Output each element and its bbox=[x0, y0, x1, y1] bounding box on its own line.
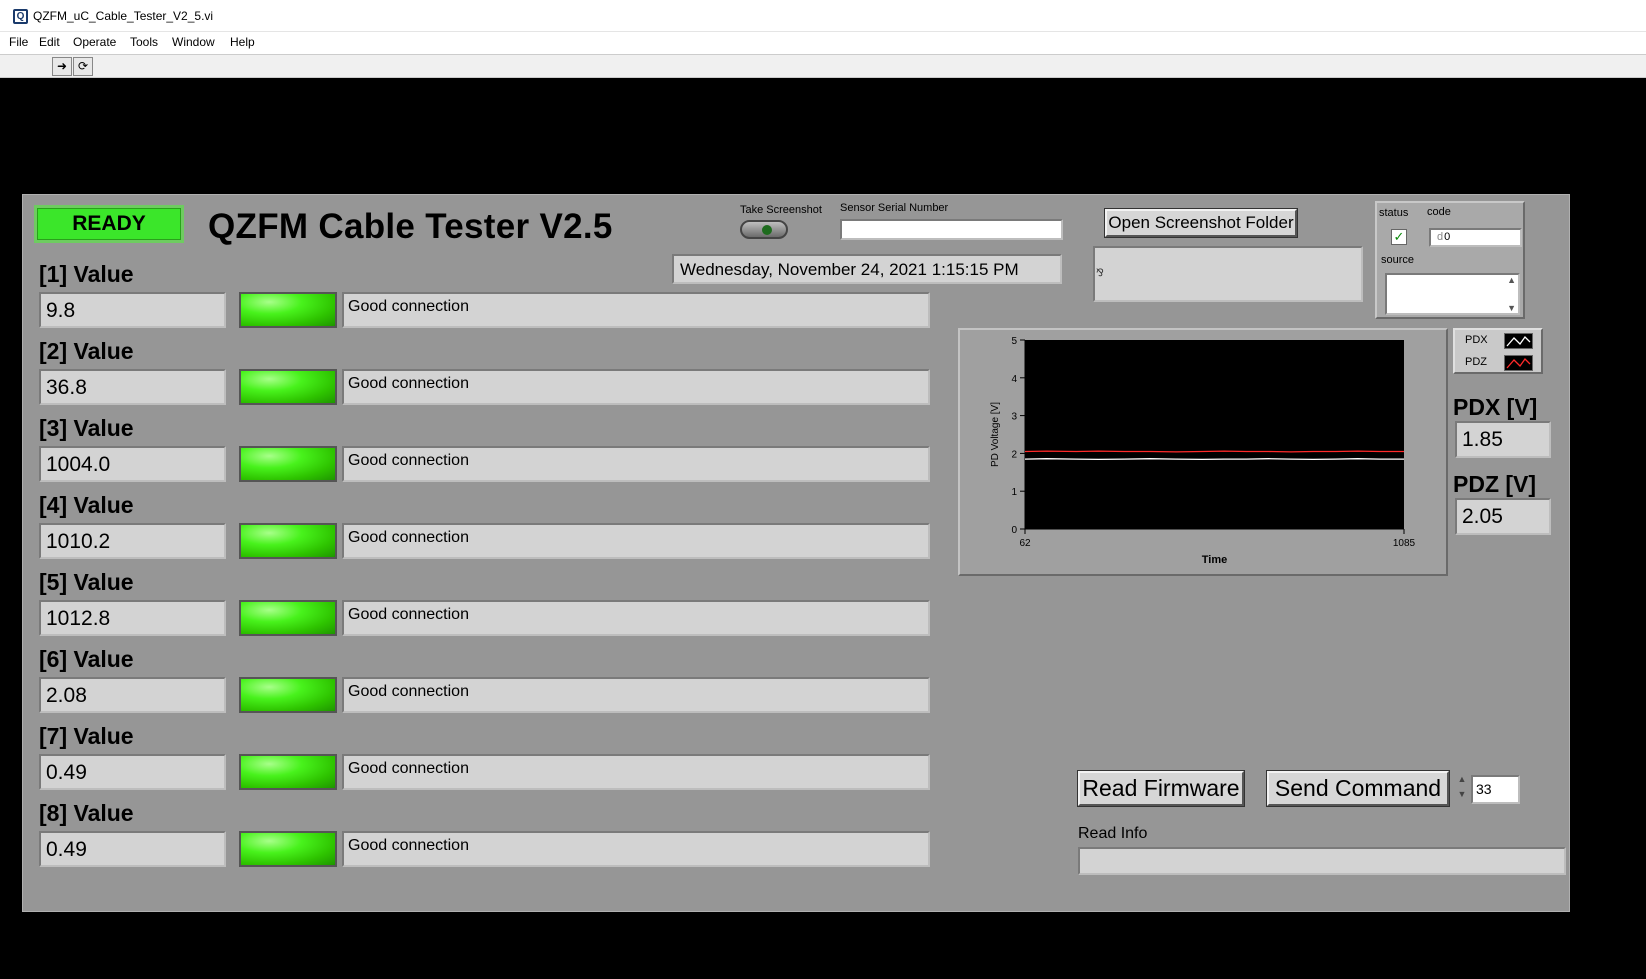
y-tick-label: 1 bbox=[1011, 487, 1017, 498]
front-panel: READY QZFM Cable Tester V2.5 Take Screen… bbox=[22, 194, 1570, 912]
series-line-pdz bbox=[1024, 450, 1404, 453]
ready-indicator: READY bbox=[34, 205, 184, 243]
sensor-serial-label: Sensor Serial Number bbox=[840, 202, 949, 214]
y-tick-label: 2 bbox=[1011, 449, 1017, 460]
channel-7-led bbox=[239, 754, 337, 790]
channel-8-status: Good connection bbox=[342, 831, 930, 867]
take-screenshot-label: Take Screenshot bbox=[740, 204, 822, 216]
channel-3-label: [3] Value bbox=[39, 415, 134, 441]
y-tick-label: 4 bbox=[1011, 374, 1017, 385]
pd-voltage-chart[interactable]: 0 1 2 3 4 5 62 1085 Time PD Voltage [V] bbox=[958, 328, 1448, 576]
channel-5-label: [5] Value bbox=[39, 569, 134, 595]
menu-window[interactable]: Window bbox=[172, 35, 215, 49]
labview-app-icon: Q bbox=[13, 9, 28, 24]
channel-2-value: 36.8 bbox=[39, 369, 226, 405]
y-tick-label: 3 bbox=[1011, 412, 1017, 423]
sensor-serial-input[interactable] bbox=[840, 219, 1063, 240]
path-icon: ⅋ bbox=[1096, 268, 1104, 279]
run-continuously-icon[interactable]: ⟳ bbox=[73, 57, 93, 76]
x-tick-label: 62 bbox=[1019, 538, 1031, 549]
channel-8-led bbox=[239, 831, 337, 867]
channel-6-status: Good connection bbox=[342, 677, 930, 713]
command-spinner[interactable]: ▲ ▼ bbox=[1455, 772, 1469, 804]
menu-operate[interactable]: Operate bbox=[73, 35, 116, 49]
run-arrow-icon[interactable]: ➜ bbox=[52, 57, 72, 76]
increment-icon[interactable]: ▲ bbox=[1455, 772, 1469, 787]
channel-7-value: 0.49 bbox=[39, 754, 226, 790]
window-title: QZFM_uC_Cable_Tester_V2_5.vi bbox=[33, 9, 214, 23]
chart-legend[interactable]: PDX PDZ bbox=[1453, 328, 1543, 374]
channel-7-label: [7] Value bbox=[39, 723, 134, 749]
legend-pdz-label: PDZ bbox=[1465, 356, 1487, 368]
legend-pdz-swatch bbox=[1504, 355, 1533, 371]
read-info-label: Read Info bbox=[1078, 825, 1148, 842]
channel-7-status: Good connection bbox=[342, 754, 930, 790]
channel-5-value: 1012.8 bbox=[39, 600, 226, 636]
series-line-pdx bbox=[1024, 458, 1404, 461]
channel-6-led bbox=[239, 677, 337, 713]
send-command-button[interactable]: Send Command bbox=[1267, 771, 1449, 806]
channel-4-label: [4] Value bbox=[39, 492, 134, 518]
channel-6-value: 2.08 bbox=[39, 677, 226, 713]
plot-area bbox=[1025, 340, 1404, 529]
channel-6-label: [6] Value bbox=[39, 646, 134, 672]
channel-4-value: 1010.2 bbox=[39, 523, 226, 559]
y-axis-label: PD Voltage [V] bbox=[990, 402, 1001, 467]
decrement-icon[interactable]: ▼ bbox=[1455, 787, 1469, 802]
scroll-up-icon[interactable]: ▲ bbox=[1507, 275, 1516, 285]
screenshot-path-indicator: ⅋ bbox=[1093, 246, 1363, 302]
y-tick-label: 0 bbox=[1011, 525, 1017, 536]
error-code-value: 0 bbox=[1444, 231, 1451, 243]
channel-2-status: Good connection bbox=[342, 369, 930, 405]
channel-2-label: [2] Value bbox=[39, 338, 134, 364]
menu-tools[interactable]: Tools bbox=[130, 35, 158, 49]
status-check-icon: ✓ bbox=[1391, 229, 1407, 245]
channel-3-value: 1004.0 bbox=[39, 446, 226, 482]
channel-1-status: Good connection bbox=[342, 292, 930, 328]
menu-help[interactable]: Help bbox=[230, 35, 255, 49]
channel-5-status: Good connection bbox=[342, 600, 930, 636]
open-screenshot-folder-button[interactable]: Open Screenshot Folder bbox=[1105, 209, 1297, 237]
chart-canvas: 0 1 2 3 4 5 62 1085 Time PD Voltage [V] bbox=[990, 336, 1416, 566]
app-title: QZFM Cable Tester V2.5 bbox=[208, 207, 613, 246]
datetime-indicator: Wednesday, November 24, 2021 1:15:15 PM bbox=[672, 254, 1062, 284]
pdz-value: 2.05 bbox=[1455, 498, 1551, 535]
error-source-field[interactable]: ▲ ▼ bbox=[1385, 273, 1520, 315]
code-label: code bbox=[1427, 206, 1451, 218]
source-label: source bbox=[1381, 254, 1415, 266]
error-cluster: status code ✓ d0 source ▲ ▼ bbox=[1375, 201, 1525, 319]
channel-8-label: [8] Value bbox=[39, 800, 134, 826]
menu-file[interactable]: File bbox=[9, 35, 28, 49]
code-radix-prefix: d bbox=[1437, 231, 1444, 243]
window-titlebar: Q QZFM_uC_Cable_Tester_V2_5.vi bbox=[0, 0, 1646, 32]
read-info-field bbox=[1078, 847, 1566, 875]
scroll-down-icon[interactable]: ▼ bbox=[1507, 303, 1516, 313]
take-screenshot-button[interactable] bbox=[740, 220, 788, 239]
x-tick-label: 1085 bbox=[1393, 538, 1416, 549]
channel-1-label: [1] Value bbox=[39, 261, 134, 287]
pdx-label: PDX [V] bbox=[1453, 394, 1538, 420]
legend-pdx-label: PDX bbox=[1465, 334, 1488, 346]
x-axis-label: Time bbox=[1202, 554, 1227, 566]
menu-edit[interactable]: Edit bbox=[39, 35, 60, 49]
channel-3-status: Good connection bbox=[342, 446, 930, 482]
channel-1-value: 9.8 bbox=[39, 292, 226, 328]
channel-1-led bbox=[239, 292, 337, 328]
channel-8-value: 0.49 bbox=[39, 831, 226, 867]
pdx-value: 1.85 bbox=[1455, 421, 1551, 458]
error-code-field[interactable]: d0 bbox=[1429, 228, 1522, 247]
channel-4-status: Good connection bbox=[342, 523, 930, 559]
legend-pdx-swatch bbox=[1504, 333, 1533, 349]
channel-2-led bbox=[239, 369, 337, 405]
toolbar: ➜ ⟳ bbox=[0, 54, 1646, 78]
channel-4-led bbox=[239, 523, 337, 559]
read-firmware-button[interactable]: Read Firmware bbox=[1078, 771, 1244, 806]
channel-5-led bbox=[239, 600, 337, 636]
channel-3-led bbox=[239, 446, 337, 482]
pdz-label: PDZ [V] bbox=[1453, 471, 1537, 497]
command-value-input[interactable]: 33 bbox=[1471, 775, 1520, 804]
menu-bar: File Edit Operate Tools Window Help bbox=[0, 32, 1646, 54]
y-tick-label: 5 bbox=[1011, 336, 1017, 347]
status-label: status bbox=[1379, 207, 1409, 219]
